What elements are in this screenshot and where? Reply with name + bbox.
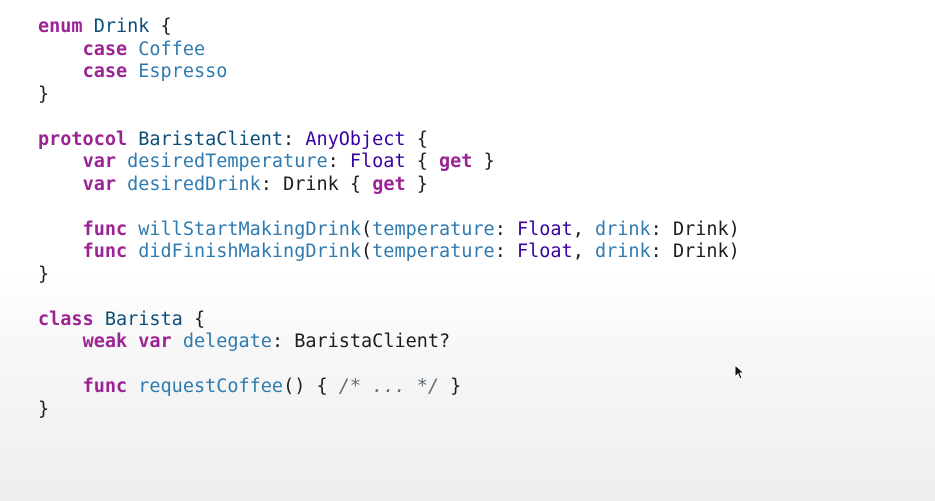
brace: } bbox=[38, 398, 50, 420]
comment: /* ... */ bbox=[338, 376, 440, 397]
keyword: case bbox=[82, 61, 128, 82]
type-reference: Drink bbox=[283, 173, 339, 195]
brace: } bbox=[483, 151, 495, 172]
keyword: enum bbox=[38, 16, 83, 37]
property-name: desiredTemperature bbox=[127, 151, 328, 172]
type-reference: AnyObject bbox=[305, 128, 406, 150]
param-name: drink bbox=[594, 241, 651, 262]
code-line: func requestCoffee() { /* ... */ } bbox=[38, 376, 918, 399]
param-name: drink bbox=[594, 218, 651, 240]
enum-name: Drink bbox=[93, 16, 150, 37]
colon: : bbox=[271, 331, 284, 352]
colon: : bbox=[283, 128, 295, 150]
keyword: var bbox=[82, 151, 116, 172]
keyword: class bbox=[38, 308, 94, 330]
code-line: case Coffee bbox=[38, 39, 918, 62]
type-reference: Drink bbox=[672, 241, 729, 262]
type-reference: Float bbox=[516, 218, 573, 240]
enum-case: Espresso bbox=[138, 61, 228, 82]
mouse-pointer-icon bbox=[734, 363, 746, 380]
colon: : bbox=[494, 218, 506, 240]
code-block: enum Drink { case Coffee case Espresso }… bbox=[38, 16, 918, 421]
type-reference: Float bbox=[349, 151, 406, 172]
brace: } bbox=[450, 376, 462, 397]
method-name: didFinishMakingDrink bbox=[138, 241, 362, 262]
property-name: desiredDrink bbox=[127, 173, 261, 195]
code-line: } bbox=[38, 399, 918, 422]
code-line: class Barista { bbox=[38, 309, 918, 332]
type-reference: Float bbox=[516, 241, 573, 262]
code-line: weak var delegate: BaristaClient? bbox=[38, 331, 918, 354]
enum-case: Coffee bbox=[138, 38, 206, 60]
code-line: enum Drink { bbox=[38, 16, 918, 39]
keyword: func bbox=[82, 241, 128, 262]
param-name: temperature bbox=[372, 218, 495, 240]
keyword: var bbox=[138, 331, 172, 352]
class-name: Barista bbox=[104, 308, 183, 330]
protocol-name: BaristaClient bbox=[138, 128, 284, 150]
type-reference: BaristaClient? bbox=[294, 331, 451, 352]
keyword: protocol bbox=[38, 128, 128, 150]
code-line: func didFinishMakingDrink(temperature: F… bbox=[82, 241, 740, 262]
keyword: weak bbox=[82, 331, 128, 352]
brace: { bbox=[349, 173, 362, 195]
brace: } bbox=[416, 173, 428, 195]
brace: { bbox=[160, 16, 172, 37]
brace: { bbox=[416, 128, 428, 150]
colon: : bbox=[650, 241, 662, 262]
code-line: var desiredDrink: Drink { get } bbox=[38, 174, 918, 197]
brace: { bbox=[193, 308, 206, 330]
colon: : bbox=[327, 151, 339, 172]
colon: : bbox=[260, 173, 272, 195]
keyword: get bbox=[372, 173, 406, 195]
method-name: requestCoffee bbox=[138, 376, 284, 397]
code-line: protocol BaristaClient: AnyObject { bbox=[38, 129, 918, 152]
code-line: var desiredTemperature: Float { get } bbox=[38, 151, 918, 174]
code-line: case Espresso bbox=[38, 61, 918, 84]
keyword: func bbox=[82, 376, 128, 397]
property-name: delegate bbox=[182, 331, 272, 352]
colon: : bbox=[650, 218, 662, 240]
colon: : bbox=[494, 241, 506, 262]
brace: { bbox=[416, 151, 428, 172]
parens: () bbox=[283, 376, 306, 397]
keyword: func bbox=[82, 218, 128, 240]
brace: { bbox=[316, 376, 328, 397]
brace: } bbox=[38, 83, 50, 105]
keyword: var bbox=[82, 173, 116, 195]
code-line: } bbox=[38, 84, 918, 107]
code-line: } bbox=[38, 264, 918, 287]
keyword: get bbox=[439, 151, 473, 172]
code-line: func willStartMakingDrink(temperature: F… bbox=[82, 218, 740, 240]
method-name: willStartMakingDrink bbox=[138, 218, 362, 240]
keyword: case bbox=[82, 38, 128, 60]
brace: } bbox=[38, 263, 50, 285]
type-reference: Drink bbox=[672, 218, 729, 240]
param-name: temperature bbox=[372, 241, 495, 262]
